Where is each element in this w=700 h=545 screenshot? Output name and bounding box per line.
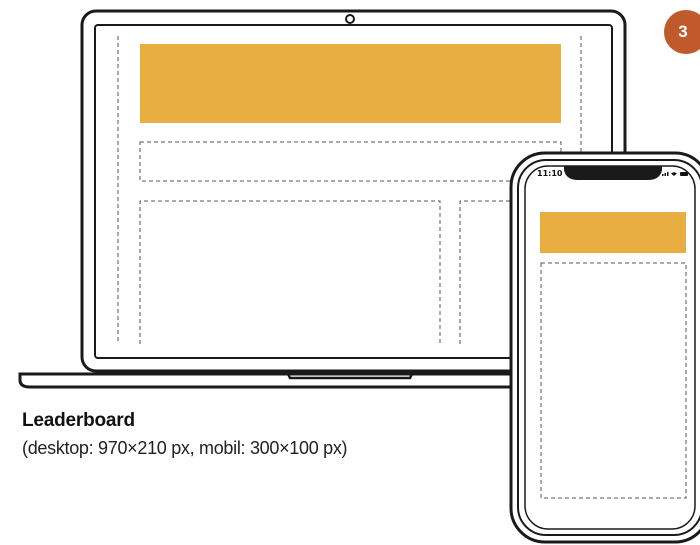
camera-icon (345, 14, 355, 24)
phone-notch (564, 166, 662, 180)
battery-icon (680, 172, 688, 176)
mobile-leaderboard-ad (540, 212, 686, 253)
smartphone (509, 151, 700, 544)
device-drawing (18, 9, 700, 544)
phone-status-time: 11:10 (537, 169, 563, 178)
ad-format-dimensions: (desktop: 970×210 px, mobil: 300×100 px) (22, 438, 348, 458)
step-number-badge: 3 (664, 10, 700, 54)
desktop-leaderboard-ad (140, 44, 561, 123)
ad-format-title: Leaderboard (22, 410, 135, 431)
ad-format-illustration: 11:10 3 Leaderboard (desktop: 970×210 px… (0, 0, 700, 545)
